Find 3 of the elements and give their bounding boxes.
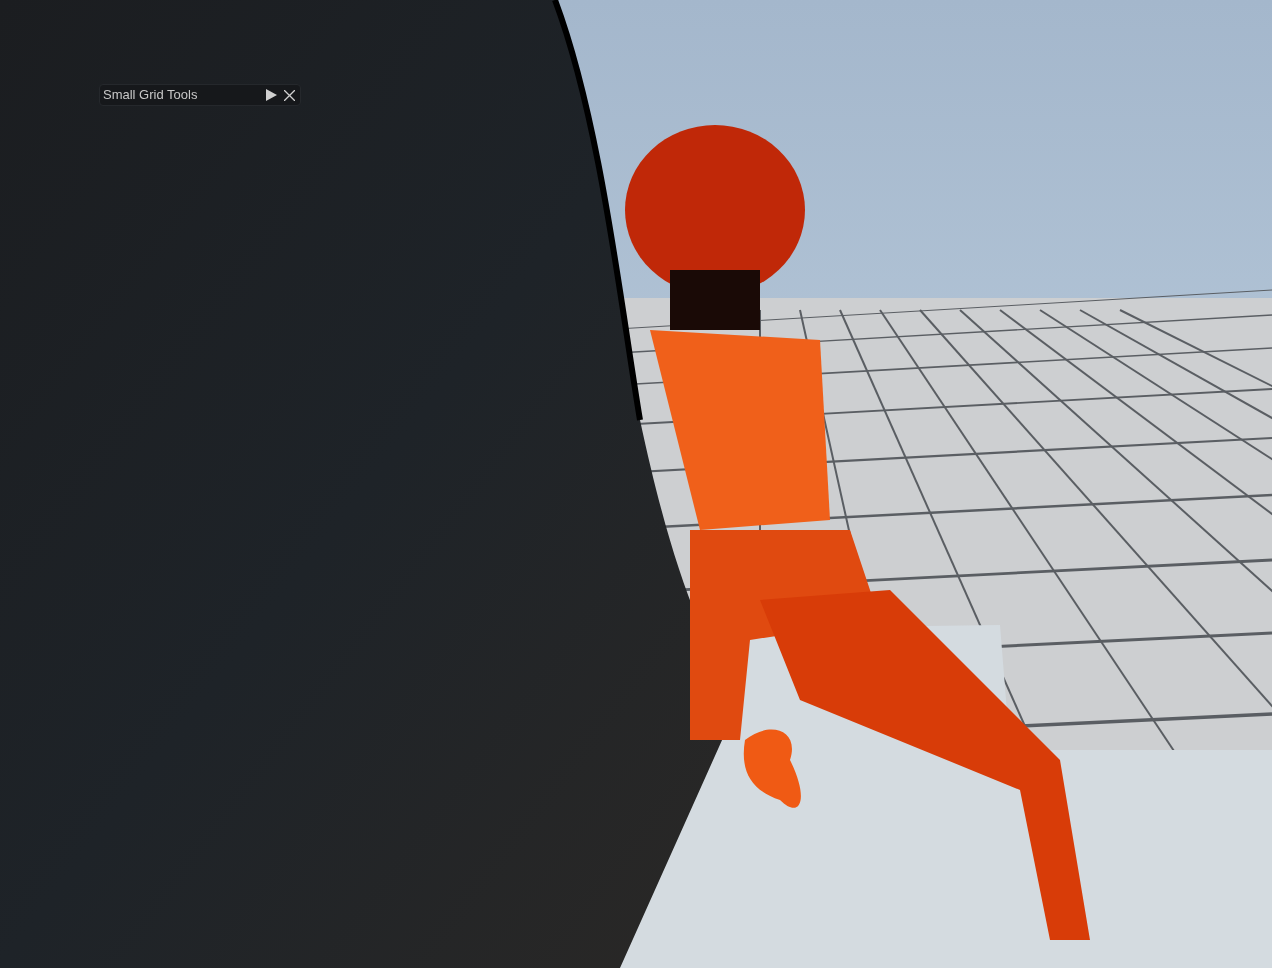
play-button[interactable] [264, 88, 278, 102]
panel-title: Small Grid Tools [103, 86, 199, 105]
close-button[interactable] [282, 88, 296, 102]
